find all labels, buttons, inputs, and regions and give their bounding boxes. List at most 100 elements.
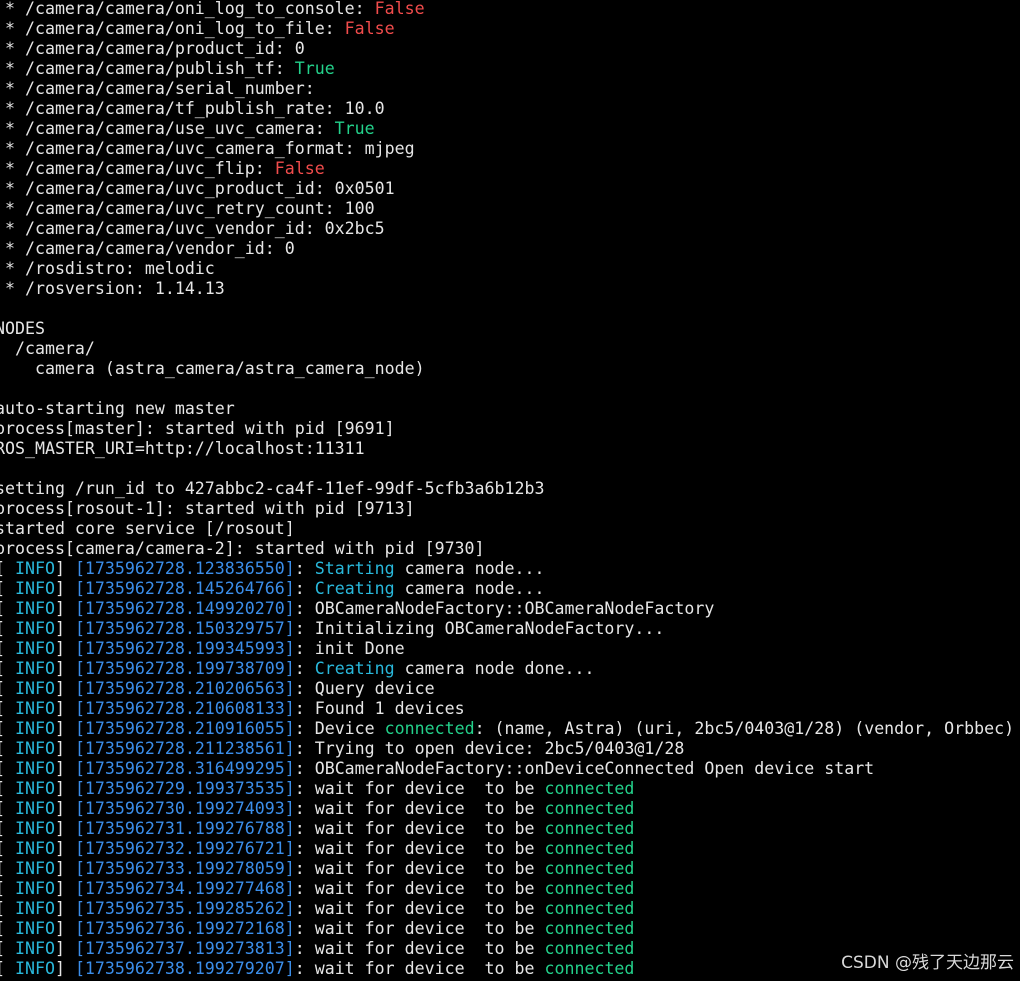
terminal-text: INFO (14, 839, 55, 858)
terminal-line: * /camera/camera/vendor_id: 0 (0, 239, 1020, 259)
terminal-line: [ INFO] [1735962728.150329757]: Initiali… (0, 619, 1020, 639)
terminal-text: INFO (14, 599, 55, 618)
terminal-text: ] (54, 839, 75, 858)
terminal-text: connected (544, 839, 635, 858)
terminal-line: [ INFO] [1735962731.199276788]: wait for… (0, 819, 1020, 839)
terminal-text: ] (54, 579, 75, 598)
terminal-line: NODES (0, 319, 1020, 339)
terminal-text: True (334, 119, 375, 138)
terminal-text: : wait for device to be (294, 879, 545, 898)
terminal-line: camera (astra_camera/astra_camera_node) (0, 359, 1020, 379)
terminal-text: [ (0, 919, 15, 938)
terminal-text: INFO (14, 959, 55, 978)
terminal-line: auto-starting new master (0, 399, 1020, 419)
terminal-line: [ INFO] [1735962728.211238561]: Trying t… (0, 739, 1020, 759)
terminal-text: [1735962733.199278059] (74, 859, 295, 878)
terminal-text: [ (0, 719, 15, 738)
terminal-text: NODES (0, 319, 45, 338)
terminal-text: ] (54, 859, 75, 878)
terminal-text: : wait for device to be (294, 939, 545, 958)
terminal-text: : (294, 559, 315, 578)
terminal-text: [1735962728.149920270] (74, 599, 295, 618)
terminal-line: * /camera/camera/uvc_flip: False (0, 159, 1020, 179)
terminal-text: [ (0, 939, 15, 958)
terminal-line: [ INFO] [1735962728.149920270]: OBCamera… (0, 599, 1020, 619)
terminal-line: [ INFO] [1735962728.316499295]: OBCamera… (0, 759, 1020, 779)
terminal-text: connected (544, 939, 635, 958)
terminal-text: connected (544, 859, 635, 878)
terminal-line: process[camera/camera-2]: started with p… (0, 539, 1020, 559)
terminal-text: ] (54, 759, 75, 778)
terminal-text: : Trying to open device: 2bc5/0403@1/28 (294, 739, 685, 758)
terminal-text: ] (54, 679, 75, 698)
terminal-text: ROS_MASTER_URI=http://localhost:11311 (0, 439, 365, 458)
terminal-text: connected (544, 799, 635, 818)
terminal-text: INFO (14, 759, 55, 778)
terminal-line: [ INFO] [1735962728.199738709]: Creating… (0, 659, 1020, 679)
terminal-text: * /camera/camera/uvc_flip: (0, 159, 275, 178)
terminal-text: : OBCameraNodeFactory::OBCameraNodeFacto… (294, 599, 715, 618)
terminal-text: [ (0, 759, 15, 778)
terminal-text: [ (0, 899, 15, 918)
terminal-text: [1735962728.123836550] (74, 559, 295, 578)
terminal-text: ] (54, 699, 75, 718)
terminal-text: INFO (14, 879, 55, 898)
terminal-text: ] (54, 939, 75, 958)
terminal-text: [ (0, 839, 15, 858)
terminal-text: Starting (314, 559, 395, 578)
terminal-text: : wait for device to be (294, 859, 545, 878)
terminal-text: : wait for device to be (294, 919, 545, 938)
terminal-text: INFO (14, 859, 55, 878)
terminal-line: process[rosout-1]: started with pid [971… (0, 499, 1020, 519)
terminal-text: ] (54, 639, 75, 658)
terminal-text: * /camera/camera/publish_tf: (0, 59, 295, 78)
terminal-text: Creating (314, 659, 395, 678)
terminal-text: ] (54, 899, 75, 918)
terminal-text: False (274, 159, 325, 178)
terminal-text: [1735962728.210916055] (74, 719, 295, 738)
terminal-text: : Device (294, 719, 385, 738)
terminal-text: [ (0, 659, 15, 678)
terminal-line: ROS_MASTER_URI=http://localhost:11311 (0, 439, 1020, 459)
terminal-line: * /camera/camera/product_id: 0 (0, 39, 1020, 59)
terminal-text: setting /run_id to 427abbc2-ca4f-11ef-99… (0, 479, 545, 498)
terminal-text: connected (544, 819, 635, 838)
terminal-text: * /rosversion: 1.14.13 (0, 279, 225, 298)
terminal-text: : (name, Astra) (uri, 2bc5/0403@1/28) (v… (474, 719, 1015, 738)
terminal-line: * /camera/camera/uvc_product_id: 0x0501 (0, 179, 1020, 199)
terminal-output[interactable]: * /camera/camera/oni_log_to_console: Fal… (0, 0, 1020, 981)
terminal-line: [ INFO] [1735962735.199285262]: wait for… (0, 899, 1020, 919)
terminal-text: [1735962736.199272168] (74, 919, 295, 938)
terminal-text: [1735962732.199276721] (74, 839, 295, 858)
terminal-text: : (294, 659, 315, 678)
terminal-line: [ INFO] [1735962728.199345993]: init Don… (0, 639, 1020, 659)
terminal-text: INFO (14, 559, 55, 578)
terminal-line: * /camera/camera/uvc_vendor_id: 0x2bc5 (0, 219, 1020, 239)
terminal-text: True (294, 59, 335, 78)
terminal-text: ] (54, 879, 75, 898)
terminal-text: connected (544, 899, 635, 918)
terminal-text: : wait for device to be (294, 819, 545, 838)
terminal-text: [1735962728.199345993] (74, 639, 295, 658)
csdn-watermark: CSDN @残了天边那云 (841, 953, 1014, 973)
terminal-text: camera (astra_camera/astra_camera_node) (0, 359, 425, 378)
terminal-text: ] (54, 619, 75, 638)
terminal-text: camera node done... (394, 659, 595, 678)
terminal-text: camera node... (394, 579, 545, 598)
terminal-line: [ INFO] [1735962728.145264766]: Creating… (0, 579, 1020, 599)
terminal-text: ] (54, 919, 75, 938)
terminal-text: * /camera/camera/use_uvc_camera: (0, 119, 335, 138)
terminal-text: process[rosout-1]: started with pid [971… (0, 499, 415, 518)
terminal-text: * /camera/camera/serial_number: (0, 79, 315, 98)
terminal-text: [1735962730.199274093] (74, 799, 295, 818)
terminal-line: * /camera/camera/tf_publish_rate: 10.0 (0, 99, 1020, 119)
terminal-text: : Initializing OBCameraNodeFactory... (294, 619, 665, 638)
terminal-line: * /rosdistro: melodic (0, 259, 1020, 279)
terminal-text: camera node... (394, 559, 545, 578)
terminal-text: INFO (14, 639, 55, 658)
terminal-text: ] (54, 659, 75, 678)
terminal-text: connected (544, 879, 635, 898)
terminal-text: ] (54, 599, 75, 618)
terminal-text: [1735962737.199273813] (74, 939, 295, 958)
